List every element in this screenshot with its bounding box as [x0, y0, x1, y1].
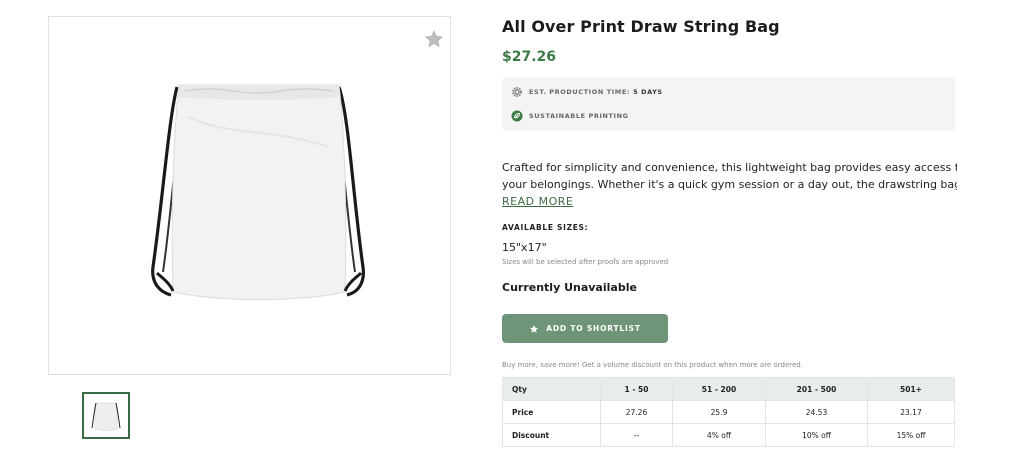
volume-discount-note: Buy more, save more! Get a volume discou…	[502, 361, 803, 369]
production-time-value: 5 DAYS	[633, 88, 663, 96]
product-title: All Over Print Draw String Bag	[502, 17, 780, 36]
table-row-head: Discount	[502, 423, 601, 447]
description-line: your belongings. Whether it's a quick gy…	[502, 178, 957, 191]
product-description: Crafted for simplicity and convenience, …	[502, 159, 957, 193]
thumbnail-bag-image	[88, 398, 124, 433]
table-header-cell: 201 - 500	[765, 377, 868, 401]
read-more-link[interactable]: READ MORE	[502, 195, 573, 208]
description-line: Crafted for simplicity and convenience, …	[502, 161, 957, 174]
product-main-image	[48, 16, 451, 375]
table-header-cell: 51 - 200	[672, 377, 766, 401]
sustainable-badge: SUSTAINABLE PRINTING	[511, 110, 629, 122]
table-cell: 10% off	[765, 423, 868, 447]
production-time-badge: EST. PRODUCTION TIME: 5 DAYS	[511, 86, 663, 98]
sustainable-label: SUSTAINABLE PRINTING	[529, 112, 629, 120]
table-cell: 25.9	[672, 400, 766, 424]
product-price: $27.26	[502, 49, 557, 65]
star-icon	[530, 324, 539, 333]
production-time-label: EST. PRODUCTION TIME:	[529, 88, 631, 96]
table-cell: 24.53	[765, 400, 868, 424]
table-row: Price 27.26 25.9 24.53 23.17	[502, 400, 955, 424]
product-thumbnail[interactable]	[82, 392, 130, 439]
table-header-cell: 501+	[867, 377, 955, 401]
volume-discount-table: Qty 1 - 50 51 - 200 201 - 500 501+ Price…	[502, 377, 955, 447]
table-header-cell: Qty	[502, 377, 601, 401]
size-note: Sizes will be selected after proofs are …	[502, 258, 669, 266]
availability-status: Currently Unavailable	[502, 281, 637, 294]
add-to-shortlist-button[interactable]: ADD TO SHORTLIST	[502, 314, 668, 343]
table-row-head: Price	[502, 400, 601, 424]
table-header-row: Qty 1 - 50 51 - 200 201 - 500 501+	[502, 377, 955, 401]
table-cell: 27.26	[600, 400, 673, 424]
product-badges: EST. PRODUCTION TIME: 5 DAYS SUSTAINABLE…	[502, 77, 955, 131]
drawstring-bag-image	[151, 84, 365, 300]
table-cell: 23.17	[867, 400, 955, 424]
table-header-cell: 1 - 50	[600, 377, 673, 401]
table-cell: 4% off	[672, 423, 766, 447]
table-cell: --	[600, 423, 673, 447]
table-cell: 15% off	[867, 423, 955, 447]
available-sizes-label: AVAILABLE SIZES:	[502, 223, 589, 232]
favorite-star-icon[interactable]	[424, 29, 444, 49]
size-value: 15"x17"	[502, 241, 547, 254]
add-to-shortlist-label: ADD TO SHORTLIST	[546, 324, 641, 333]
leaf-icon	[511, 110, 523, 122]
table-row: Discount -- 4% off 10% off 15% off	[502, 423, 955, 447]
gear-icon	[512, 87, 522, 97]
